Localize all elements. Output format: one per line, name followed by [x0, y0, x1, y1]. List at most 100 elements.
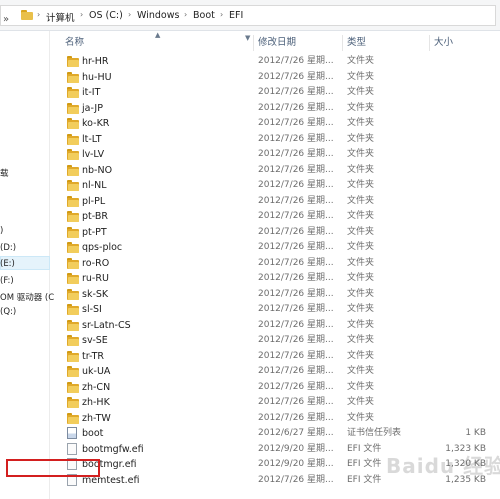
file-row[interactable]: hr-HR 2012/7/26 星期... 文件夹: [50, 54, 500, 70]
nav-item-os-c[interactable]: ): [0, 226, 3, 236]
folder-icon: [67, 381, 79, 393]
file-row[interactable]: ro-RO 2012/7/26 星期... 文件夹: [50, 256, 500, 272]
column-header-size[interactable]: 大小: [434, 35, 453, 51]
folder-icon: [67, 350, 79, 362]
nav-item-cd-drive[interactable]: OM 驱动器 (C: [0, 291, 54, 303]
file-row[interactable]: nl-NL 2012/7/26 星期... 文件夹: [50, 178, 500, 194]
file-row[interactable]: hu-HU 2012/7/26 星期... 文件夹: [50, 70, 500, 86]
file-row[interactable]: zh-CN 2012/7/26 星期... 文件夹: [50, 380, 500, 396]
folder-icon: [67, 195, 79, 207]
nav-item-f[interactable]: (F:): [0, 276, 14, 286]
breadcrumb-separator-icon[interactable]: ›: [220, 10, 223, 19]
file-row[interactable]: sr-Latn-CS 2012/7/26 星期... 文件夹: [50, 318, 500, 334]
file-row[interactable]: pt-PT 2012/7/26 星期... 文件夹: [50, 225, 500, 241]
file-row[interactable]: nb-NO 2012/7/26 星期... 文件夹: [50, 163, 500, 179]
breadcrumb-separator-icon[interactable]: ›: [184, 10, 187, 19]
breadcrumb-computer[interactable]: 计算机: [46, 10, 75, 24]
navigation-pane: 载 ) (D:) (E:) (F:) OM 驱动器 (C (Q:): [0, 31, 54, 499]
file-type: 文件夹: [347, 71, 375, 82]
file-row[interactable]: qps-ploc 2012/7/26 星期... 文件夹: [50, 240, 500, 256]
file-name: pl-PL: [82, 195, 106, 207]
file-row[interactable]: zh-TW 2012/7/26 星期... 文件夹: [50, 411, 500, 427]
file-name: sl-SI: [82, 304, 102, 315]
file-date: 2012/7/26 星期...: [258, 149, 334, 159]
file-row[interactable]: zh-HK 2012/7/26 星期... 文件夹: [50, 395, 500, 411]
breadcrumb-separator-icon[interactable]: ›: [80, 10, 83, 19]
column-header-name[interactable]: 名称: [65, 35, 84, 51]
folder-icon: [67, 335, 79, 346]
file-type: 文件夹: [347, 164, 375, 175]
file-list-pane: ▲ 名称 ▼ 修改日期 类型 大小 hr-HR 2012/7/26 星期... 文件…: [50, 31, 500, 499]
breadcrumb-separator-icon[interactable]: ›: [128, 10, 131, 19]
file-type: EFI 文件: [347, 474, 382, 485]
file-row[interactable]: pt-BR 2012/7/26 星期... 文件夹: [50, 209, 500, 225]
file-type: 文件夹: [347, 257, 375, 268]
file-name: hu-HU: [82, 71, 112, 83]
file-date: 2012/7/26 星期...: [258, 397, 334, 407]
file-date: 2012/7/26 星期...: [258, 164, 334, 175]
file-type: 文件夹: [347, 133, 375, 144]
file-row[interactable]: boot 2012/6/27 星期... 证书信任列表 1 KB: [50, 426, 500, 442]
highlight-box: [6, 459, 100, 477]
file-name: pt-PT: [82, 226, 107, 238]
nav-item-e[interactable]: (E:): [0, 259, 15, 269]
breadcrumb-windows[interactable]: Windows: [137, 10, 179, 21]
folder-icon: [67, 164, 79, 176]
file-date: 2012/7/26 星期...: [258, 118, 334, 128]
folder-icon: [67, 366, 79, 377]
file-type: 证书信任列表: [347, 428, 402, 438]
recent-locations-icon[interactable]: »: [3, 14, 9, 25]
file-row[interactable]: sk-SK 2012/7/26 星期... 文件夹: [50, 287, 500, 303]
folder-icon: [67, 226, 79, 238]
file-row[interactable]: uk-UA 2012/7/26 星期... 文件夹: [50, 364, 500, 380]
nav-item-download[interactable]: 载: [0, 167, 9, 179]
nav-item-q[interactable]: (Q:): [0, 307, 16, 317]
file-row[interactable]: ko-KR 2012/7/26 星期... 文件夹: [50, 116, 500, 132]
file-row[interactable]: lt-LT 2012/7/26 星期... 文件夹: [50, 132, 500, 148]
address-box[interactable]: » › 计算机 › OS (C:) › Windows › Boot › EFI: [0, 5, 496, 26]
breadcrumb-separator-icon[interactable]: ›: [37, 10, 40, 19]
column-header-date[interactable]: 修改日期: [258, 35, 296, 51]
file-type: 文件夹: [347, 381, 375, 392]
file-row[interactable]: lv-LV 2012/7/26 星期... 文件夹: [50, 147, 500, 163]
file-date: 2012/7/26 星期...: [258, 257, 334, 268]
folder-icon: [67, 149, 79, 160]
file-date: 2012/7/26 星期...: [258, 474, 334, 485]
column-divider[interactable]: [429, 35, 430, 51]
column-header-type[interactable]: 类型: [347, 35, 366, 51]
folder-icon: [67, 412, 79, 424]
breadcrumb-boot[interactable]: Boot: [193, 10, 215, 21]
file-date: 2012/7/26 星期...: [258, 180, 334, 190]
file-name: uk-UA: [82, 366, 111, 377]
file-row[interactable]: it-IT 2012/7/26 星期... 文件夹: [50, 85, 500, 101]
folder-icon: [67, 242, 79, 253]
file-row[interactable]: ja-JP 2012/7/26 星期... 文件夹: [50, 101, 500, 117]
file-row[interactable]: ru-RU 2012/7/26 星期... 文件夹: [50, 271, 500, 287]
file-date: 2012/7/26 星期...: [258, 87, 334, 97]
file-name: it-IT: [82, 87, 101, 98]
column-dropdown-icon[interactable]: ▼: [245, 34, 250, 42]
file-row[interactable]: tr-TR 2012/7/26 星期... 文件夹: [50, 349, 500, 365]
breadcrumb-os-c[interactable]: OS (C:): [89, 10, 123, 21]
file-date: 2012/7/26 星期...: [258, 288, 334, 299]
file-type: 文件夹: [347, 102, 375, 113]
file-name: lv-LV: [82, 149, 105, 160]
nav-item-d[interactable]: (D:): [0, 243, 16, 253]
file-row[interactable]: sl-SI 2012/7/26 星期... 文件夹: [50, 302, 500, 318]
column-divider[interactable]: [342, 35, 343, 51]
file-date: 2012/7/26 星期...: [258, 71, 334, 82]
folder-icon: [67, 257, 79, 269]
file-date: 2012/7/26 星期...: [258, 242, 334, 252]
file-date: 2012/6/27 星期...: [258, 428, 334, 438]
file-type: 文件夹: [347, 288, 375, 299]
file-row[interactable]: sv-SE 2012/7/26 星期... 文件夹: [50, 333, 500, 349]
folder-icon: [67, 273, 79, 284]
file-name: sr-Latn-CS: [82, 319, 131, 331]
column-divider[interactable]: [253, 35, 254, 51]
file-date: 2012/7/26 星期...: [258, 226, 334, 237]
file-name: lt-LT: [82, 133, 102, 145]
folder-icon: [67, 288, 79, 300]
breadcrumb-efi[interactable]: EFI: [229, 10, 243, 21]
file-row[interactable]: pl-PL 2012/7/26 星期... 文件夹: [50, 194, 500, 210]
watermark: Baidu 经验: [386, 454, 500, 478]
